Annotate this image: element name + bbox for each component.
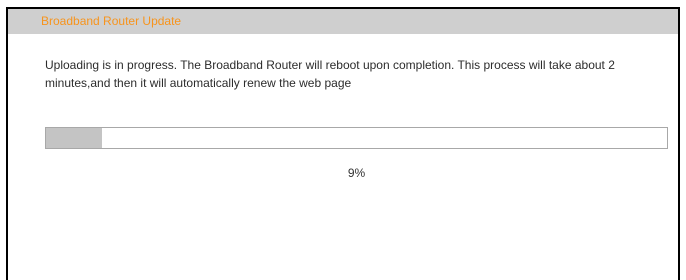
update-dialog-frame: Broadband Router Update Uploading is in … xyxy=(6,7,680,280)
page-title: Broadband Router Update xyxy=(41,14,182,28)
header-bar: Broadband Router Update xyxy=(8,9,678,34)
progress-percentage-label: 9% xyxy=(347,166,366,180)
upload-progress-bar xyxy=(45,127,668,149)
progress-fill xyxy=(46,128,102,148)
upload-status-message: Uploading is in progress. The Broadband … xyxy=(45,58,615,90)
